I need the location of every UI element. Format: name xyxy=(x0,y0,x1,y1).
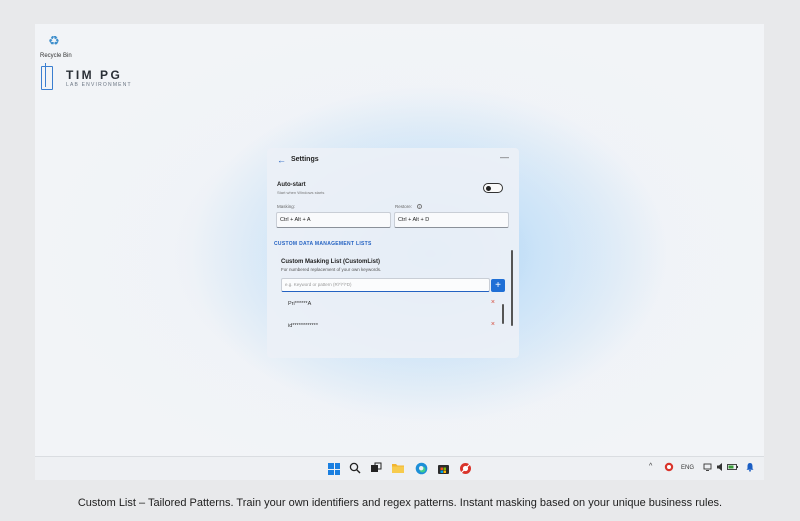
minimize-button[interactable]: — xyxy=(500,152,509,162)
restore-hotkey-field[interactable]: Ctrl + Alt + D xyxy=(394,212,509,228)
network-icon[interactable] xyxy=(701,462,715,476)
autostart-toggle[interactable] xyxy=(483,183,503,193)
masking-label: Masking: xyxy=(277,204,296,209)
app-icon[interactable] xyxy=(458,462,472,476)
microsoft-store-icon[interactable] xyxy=(436,462,450,476)
screenshot-frame: ♻ Recycle Bin TIM PG LAB ENVIRONMENT ← S… xyxy=(0,0,800,521)
toggle-knob xyxy=(486,185,491,191)
settings-header: ← Settings — xyxy=(267,148,519,172)
list-item: id************ × xyxy=(281,318,501,336)
list-item-value: Pri******A xyxy=(288,301,312,307)
logo-mark-icon xyxy=(41,63,53,90)
delete-icon[interactable]: × xyxy=(491,321,495,328)
recycle-bin-label: Recycle Bin xyxy=(40,53,72,59)
lab-logo: TIM PG LAB ENVIRONMENT xyxy=(41,63,151,94)
notification-bell-icon[interactable] xyxy=(743,462,757,476)
file-explorer-icon[interactable] xyxy=(391,462,405,476)
recycle-bin-icon: ♻ xyxy=(48,33,60,48)
custom-list-title: Custom Masking List (CustomList) xyxy=(281,259,381,265)
autostart-label: Auto-start xyxy=(277,182,306,188)
tray-app-icon[interactable] xyxy=(662,462,676,476)
language-indicator[interactable]: ENG xyxy=(681,465,694,471)
restore-label-group: Restore: i xyxy=(395,204,423,210)
taskbar: ^ ENG xyxy=(35,456,764,480)
logo-subtitle: LAB ENVIRONMENT xyxy=(66,82,132,88)
task-view-icon[interactable] xyxy=(369,462,383,476)
list-item-value: id************ xyxy=(288,323,318,329)
custom-list-card: Custom Masking List (CustomList) For num… xyxy=(274,250,514,358)
tray-chevron-icon[interactable]: ^ xyxy=(649,463,652,470)
autostart-description: Start when Windows starts xyxy=(277,190,325,195)
desktop: ♻ Recycle Bin TIM PG LAB ENVIRONMENT ← S… xyxy=(35,24,764,456)
add-pattern-button[interactable]: + xyxy=(491,279,505,292)
delete-icon[interactable]: × xyxy=(491,299,495,306)
pattern-input[interactable]: e.g. Keyword or pattern (R\*\*\*D) xyxy=(281,278,490,292)
caption: Custom List – Tailored Patterns. Train y… xyxy=(77,497,723,509)
settings-title: Settings xyxy=(291,156,319,163)
back-arrow-icon[interactable]: ← xyxy=(277,155,286,165)
windows-start-icon[interactable] xyxy=(328,463,340,475)
edge-browser-icon[interactable] xyxy=(414,462,428,476)
recycle-bin-shortcut[interactable]: ♻ Recycle Bin xyxy=(40,33,72,59)
section-heading: CUSTOM DATA MANAGEMENT LISTS xyxy=(274,241,372,247)
masking-hotkey-field[interactable]: Ctrl + Alt + A xyxy=(276,212,391,228)
restore-label: Restore: xyxy=(395,204,413,209)
settings-window: ← Settings — Auto-start Start when Windo… xyxy=(267,148,519,358)
info-icon[interactable]: i xyxy=(417,204,423,210)
list-scrollbar[interactable] xyxy=(502,304,504,324)
battery-icon[interactable] xyxy=(726,462,740,476)
search-icon[interactable] xyxy=(348,462,362,476)
logo-title: TIM PG xyxy=(66,68,123,82)
custom-list-description: For numbered replacement of your own key… xyxy=(281,267,382,272)
card-scrollbar[interactable] xyxy=(511,250,513,326)
list-item: Pri******A × xyxy=(281,296,501,314)
